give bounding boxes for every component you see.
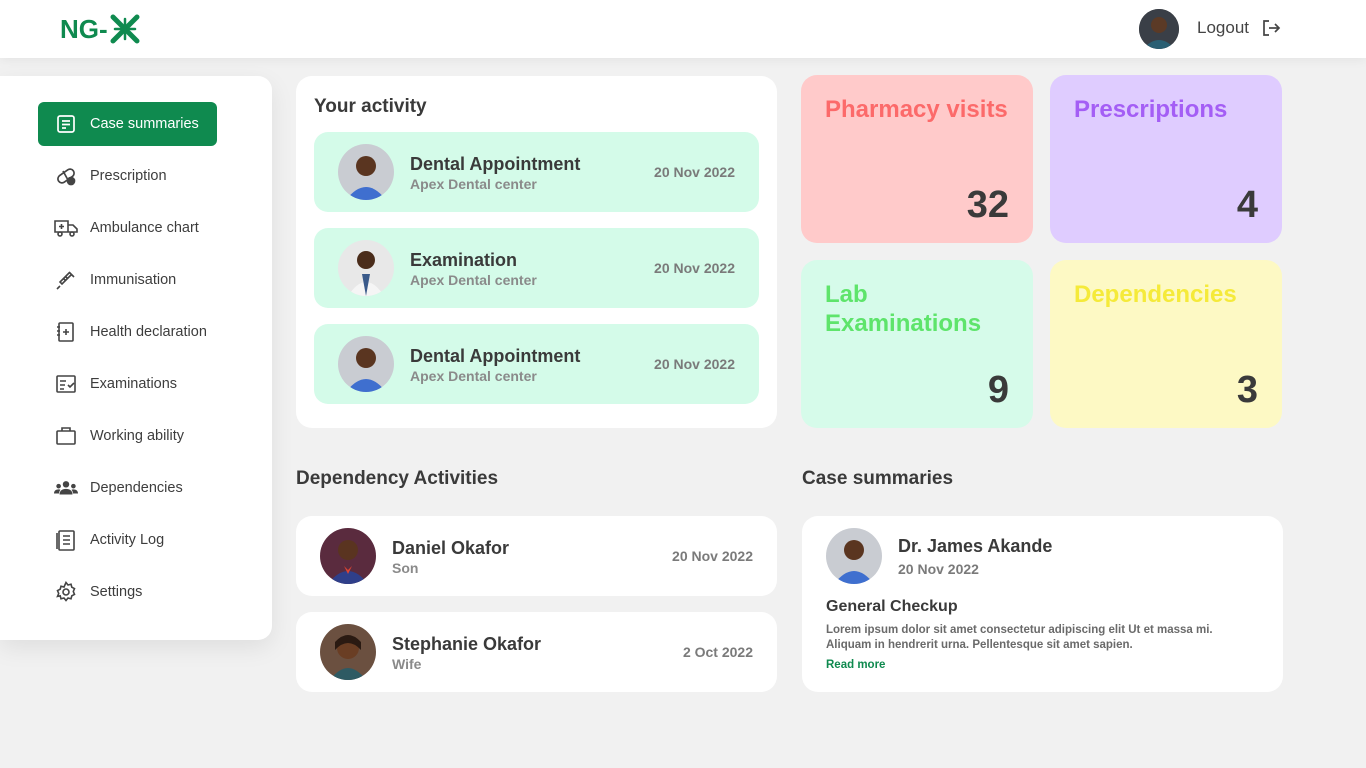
ambulance-icon <box>54 216 78 240</box>
pill-icon <box>54 164 78 188</box>
activity-item-place: Apex Dental center <box>410 272 537 288</box>
stat-label: Prescriptions <box>1074 96 1228 123</box>
activity-item-date: 20 Nov 2022 <box>654 356 735 372</box>
activity-item-title: Dental Appointment <box>410 154 581 174</box>
sidebar-item-label: Dependencies <box>90 480 183 496</box>
sidebar-item-label: Case summaries <box>90 116 199 132</box>
dependent-relation: Wife <box>392 656 422 672</box>
activity-item[interactable]: Examination Apex Dental center 20 Nov 20… <box>314 228 759 308</box>
logout-label: Logout <box>1197 18 1249 37</box>
dependency-item[interactable]: Daniel Okafor Son 20 Nov 2022 <box>296 516 777 596</box>
case-summary-card: Dr. James Akande 20 Nov 2022 General Che… <box>802 516 1283 692</box>
logout-button[interactable]: Logout <box>1197 18 1281 38</box>
case-summaries-title: Case summaries <box>802 468 954 489</box>
stat-label: Pharmacy visits <box>825 96 1008 123</box>
sidebar-item-dependencies[interactable]: Dependencies <box>38 466 217 510</box>
stat-value: 9 <box>987 369 1009 411</box>
stat-tile-dependencies[interactable]: Dependencies 3 <box>1050 260 1282 428</box>
activity-item-place: Apex Dental center <box>410 176 537 192</box>
activity-card: Your activity Dental Appointment Apex De… <box>296 76 777 428</box>
stat-value: 3 <box>1236 369 1258 411</box>
sidebar-item-case-summaries[interactable]: Case summaries <box>38 102 217 146</box>
activity-item-date: 20 Nov 2022 <box>654 260 735 276</box>
case-title: General Checkup <box>826 598 958 615</box>
stat-value: 4 <box>1236 184 1258 226</box>
doctor-name: Dr. James Akande <box>898 536 1053 556</box>
dependent-relation: Son <box>392 560 419 576</box>
declaration-icon <box>54 320 78 344</box>
briefcase-icon <box>54 424 78 448</box>
case-date: 20 Nov 2022 <box>898 561 979 577</box>
dependent-name: Daniel Okafor <box>392 538 510 558</box>
dependent-name: Stephanie Okafor <box>392 634 542 654</box>
sidebar: Case summaries Prescription Ambulance ch… <box>0 76 272 640</box>
doctor-avatar <box>338 240 394 296</box>
activity-item-date: 20 Nov 2022 <box>654 164 735 180</box>
sidebar-item-label: Activity Log <box>90 532 165 548</box>
top-bar: NG- Logout <box>0 0 1366 58</box>
note-icon <box>54 112 78 136</box>
sidebar-item-label: Prescription <box>90 168 167 184</box>
sidebar-item-prescription[interactable]: Prescription <box>38 154 217 198</box>
stat-label: Dependencies <box>1074 281 1237 308</box>
sidebar-item-settings[interactable]: Settings <box>38 570 217 614</box>
stat-label: Lab Examinations <box>825 281 982 337</box>
syringe-icon <box>54 268 78 292</box>
sidebar-item-health-declaration[interactable]: Health declaration <box>38 310 217 354</box>
stat-tile-pharmacy-visits[interactable]: Pharmacy visits 32 <box>801 75 1033 243</box>
activity-item[interactable]: Dental Appointment Apex Dental center 20… <box>314 132 759 212</box>
dependent-avatar <box>320 528 376 584</box>
activity-item-place: Apex Dental center <box>410 368 537 384</box>
case-body: Lorem ipsum dolor sit amet consectetur a… <box>826 624 1213 651</box>
doctor-avatar <box>826 528 882 584</box>
sidebar-item-examinations[interactable]: Examinations <box>38 362 217 406</box>
dependent-avatar <box>320 624 376 680</box>
activity-item-title: Examination <box>410 250 518 270</box>
sidebar-item-immunisation[interactable]: Immunisation <box>38 258 217 302</box>
app-logo[interactable]: NG- <box>60 12 141 46</box>
checklist-icon <box>54 372 78 396</box>
read-more-link[interactable]: Read more <box>826 659 885 671</box>
sidebar-item-label: Health declaration <box>90 324 207 340</box>
sidebar-item-label: Immunisation <box>90 272 177 288</box>
stat-tile-prescriptions[interactable]: Prescriptions 4 <box>1050 75 1282 243</box>
sidebar-item-activity-log[interactable]: Activity Log <box>38 518 217 562</box>
sidebar-item-label: Ambulance chart <box>90 220 199 236</box>
logo-text: NG- <box>60 13 108 44</box>
stat-tile-lab-examinations[interactable]: Lab Examinations 9 <box>801 260 1033 428</box>
dependency-item[interactable]: Stephanie Okafor Wife 2 Oct 2022 <box>296 612 777 692</box>
logout-icon <box>1263 20 1281 36</box>
dependency-title: Dependency Activities <box>296 468 499 489</box>
activity-title: Your activity <box>314 96 427 117</box>
sidebar-item-ambulance-chart[interactable]: Ambulance chart <box>38 206 217 250</box>
dependent-date: 20 Nov 2022 <box>672 548 753 564</box>
people-icon <box>54 476 78 500</box>
stat-value: 32 <box>966 184 1009 226</box>
doctor-avatar <box>338 144 394 200</box>
sidebar-item-working-ability[interactable]: Working ability <box>38 414 217 458</box>
sidebar-item-label: Settings <box>90 584 143 600</box>
sidebar-item-label: Examinations <box>90 376 178 392</box>
user-avatar[interactable] <box>1139 9 1179 49</box>
gear-icon <box>54 580 78 604</box>
sidebar-item-label: Working ability <box>90 428 185 444</box>
logo-x-icon <box>110 14 140 44</box>
doctor-avatar <box>338 336 394 392</box>
log-icon <box>54 528 78 552</box>
dependent-date: 2 Oct 2022 <box>682 644 753 660</box>
activity-item[interactable]: Dental Appointment Apex Dental center 20… <box>314 324 759 404</box>
activity-item-title: Dental Appointment <box>410 346 581 366</box>
